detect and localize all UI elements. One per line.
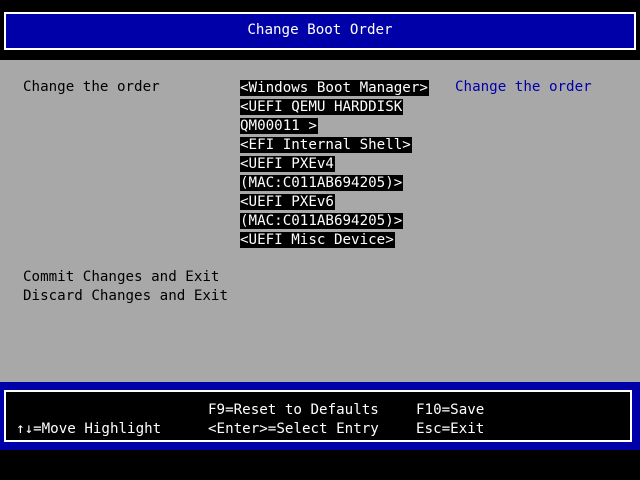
boot-entry-uefi-qemu-harddisk-cont[interactable]: QM00011 > [240, 117, 429, 136]
boot-entry-text: <EFI Internal Shell> [240, 137, 412, 153]
boot-entry-text: <UEFI Misc Device> [240, 232, 395, 248]
reset-defaults-hint: F9=Reset to Defaults [208, 402, 379, 418]
boot-entry-text: <Windows Boot Manager> [240, 80, 429, 96]
save-hint: F10=Save [416, 402, 485, 418]
boot-entry-uefi-misc-device[interactable]: <UEFI Misc Device> [240, 231, 429, 250]
boot-entry-text: <UEFI PXEv6 [240, 194, 335, 210]
commit-changes-and-exit[interactable]: Commit Changes and Exit [23, 268, 219, 287]
boot-entry-text: <UEFI QEMU HARDDISK [240, 99, 404, 115]
header-band: Change Boot Order [0, 0, 640, 60]
boot-entry-uefi-pxev6-mac[interactable]: (MAC:C011AB694205)> [240, 212, 429, 231]
exit-hint: Esc=Exit [416, 421, 485, 437]
boot-order-list[interactable]: <Windows Boot Manager> <UEFI QEMU HARDDI… [240, 79, 429, 250]
discard-changes-and-exit[interactable]: Discard Changes and Exit [23, 287, 228, 306]
change-order-label[interactable]: Change the order [23, 78, 160, 97]
boot-entry-uefi-qemu-harddisk[interactable]: <UEFI QEMU HARDDISK [240, 98, 429, 117]
boot-entry-text: (MAC:C011AB694205)> [240, 213, 404, 229]
main-panel: Change the order <Windows Boot Manager> … [0, 60, 640, 382]
boot-entry-uefi-pxev4-mac[interactable]: (MAC:C011AB694205)> [240, 174, 429, 193]
boot-entry-text: (MAC:C011AB694205)> [240, 175, 404, 191]
footer-band: ↑↓=Move Highlight F9=Reset to Defaults <… [0, 382, 640, 450]
boot-entry-windows-boot-manager[interactable]: <Windows Boot Manager> [240, 79, 429, 98]
select-entry-hint: <Enter>=Select Entry [208, 421, 379, 437]
page-title: Change Boot Order [247, 22, 393, 38]
boot-entry-uefi-pxev4[interactable]: <UEFI PXEv4 [240, 155, 429, 174]
help-text: Change the order [455, 79, 592, 95]
boot-entry-uefi-pxev6[interactable]: <UEFI PXEv6 [240, 193, 429, 212]
boot-entry-text: QM00011 > [240, 118, 318, 134]
title-bar: Change Boot Order [4, 12, 636, 50]
key-help-box: ↑↓=Move Highlight F9=Reset to Defaults <… [4, 390, 632, 442]
boot-entry-text: <UEFI PXEv4 [240, 156, 335, 172]
bios-screen: Change Boot Order Change the order <Wind… [0, 0, 640, 480]
boot-entry-efi-internal-shell[interactable]: <EFI Internal Shell> [240, 136, 429, 155]
move-highlight-hint: ↑↓=Move Highlight [16, 421, 162, 437]
